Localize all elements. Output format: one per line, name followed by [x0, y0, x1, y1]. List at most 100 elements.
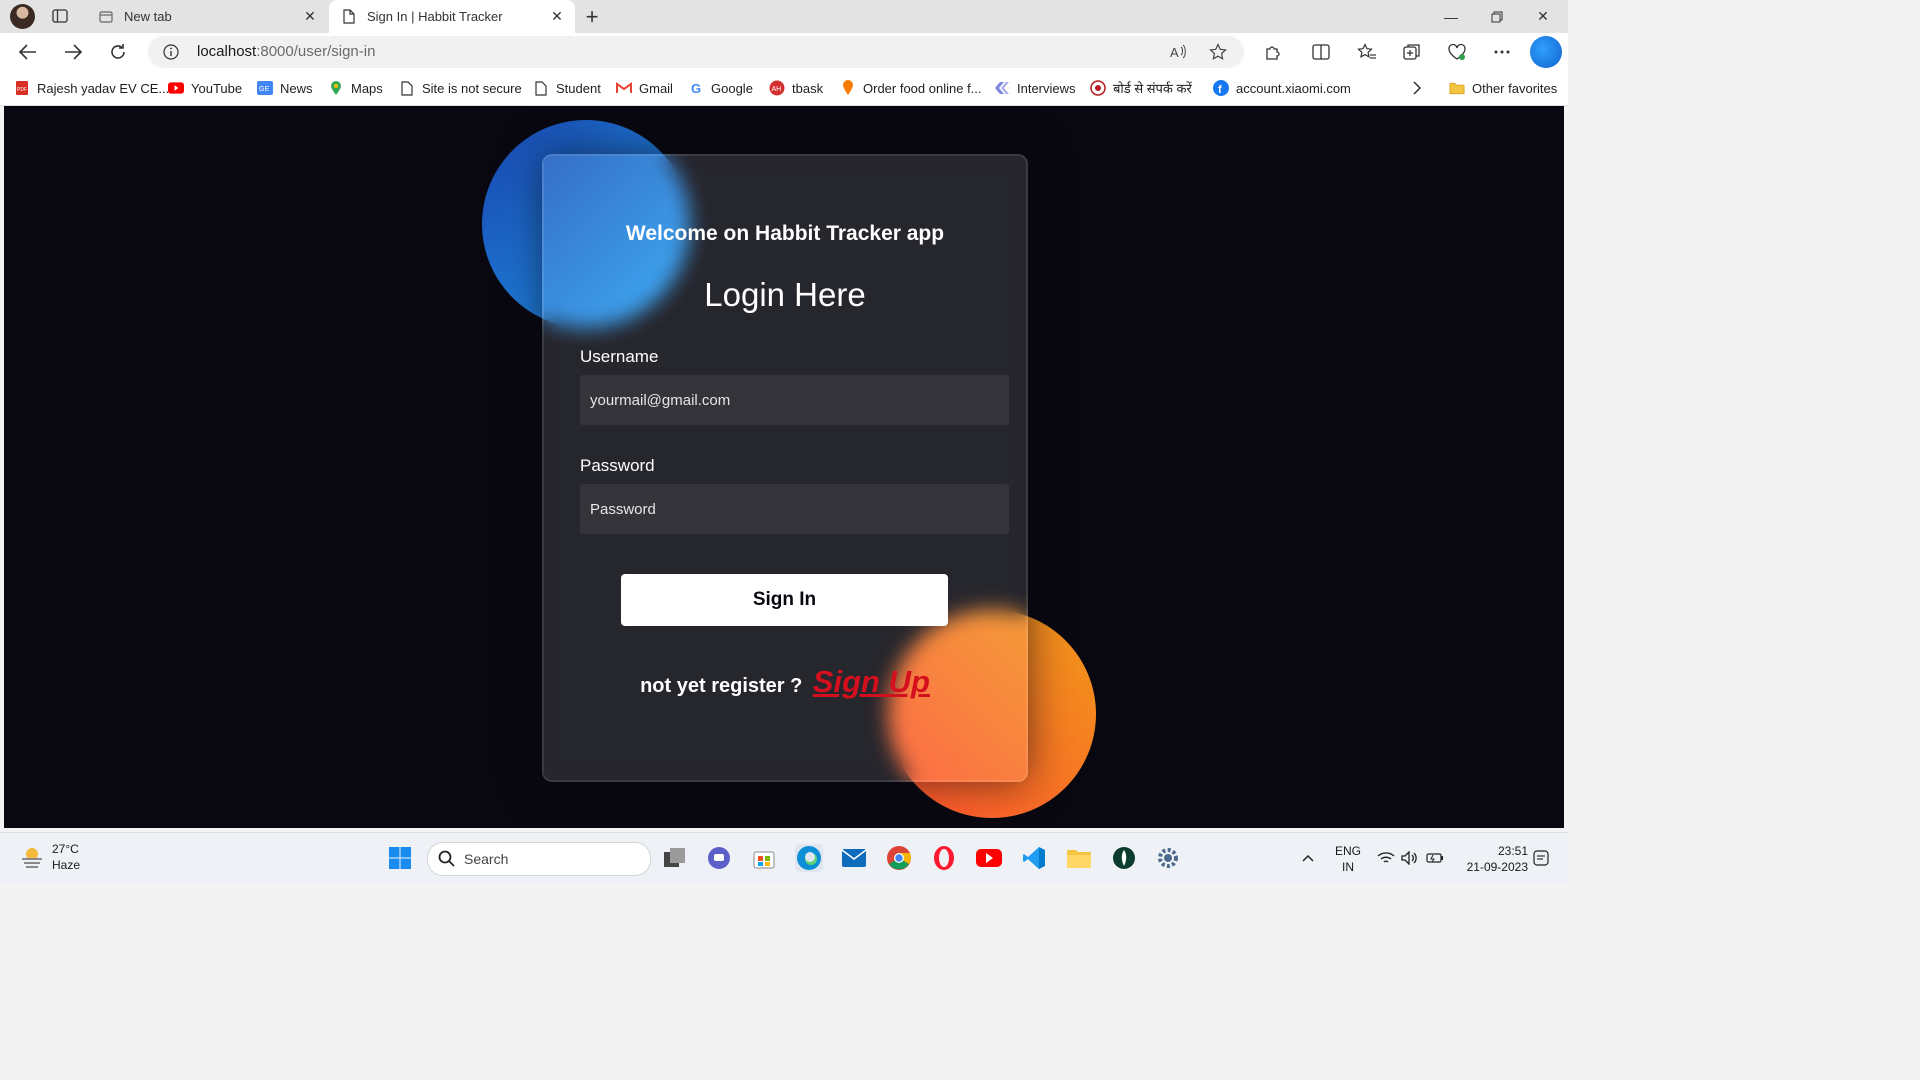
emblem-icon [1090, 80, 1106, 96]
forward-icon[interactable] [59, 39, 87, 65]
windows-start-icon[interactable] [386, 844, 414, 872]
battery-icon[interactable] [1424, 833, 1446, 883]
edge-browser-icon[interactable] [795, 844, 823, 872]
browser-essentials-icon[interactable] [1444, 39, 1470, 65]
back-icon[interactable] [14, 39, 42, 65]
split-screen-icon[interactable] [1308, 39, 1334, 65]
other-favorites-folder[interactable]: Other favorites [1449, 79, 1557, 97]
favorite-label: Maps [351, 80, 383, 96]
favorite-star-icon[interactable] [1208, 42, 1228, 62]
favorite-label: account.xiaomi.com [1236, 80, 1351, 96]
favorite-label: बोर्ड से संपर्क करें [1113, 81, 1192, 96]
youtube-icon [168, 80, 184, 96]
favorite-item[interactable]: PDF Rajesh yadav EV CE... [14, 79, 169, 97]
username-input[interactable] [580, 375, 1009, 425]
register-prompt: not yet register ? [640, 675, 803, 697]
favorite-item[interactable]: f account.xiaomi.com [1213, 79, 1351, 97]
region-code: IN [1342, 860, 1354, 874]
register-row: not yet register ? Sign Up [544, 664, 1026, 700]
close-window-icon[interactable]: ✕ [1520, 0, 1566, 33]
url-text[interactable]: localhost:8000/user/sign-in [197, 43, 375, 60]
chevron-up-icon[interactable] [1298, 833, 1318, 883]
tab-strip: New tab ✕ Sign In | Habbit Tracker ✕ + —… [0, 0, 1568, 33]
favorite-item[interactable]: Maps [328, 79, 383, 97]
mail-icon[interactable] [840, 844, 868, 872]
tab-title: New tab [124, 9, 172, 24]
favorite-item[interactable]: Interviews [994, 79, 1076, 97]
favorite-item[interactable]: Order food online f... [840, 79, 982, 97]
task-view-icon[interactable] [661, 844, 689, 872]
wifi-icon[interactable] [1376, 833, 1396, 883]
url-path: :8000/user/sign-in [256, 43, 376, 60]
close-tab-icon[interactable]: ✕ [300, 7, 320, 27]
favorite-item[interactable]: Gmail [616, 79, 673, 97]
file-explorer-icon[interactable] [1065, 844, 1093, 872]
teams-chat-icon[interactable] [705, 844, 733, 872]
system-clock[interactable]: 23:51 21-09-2023 [1456, 843, 1528, 875]
favorite-label: News [280, 80, 313, 96]
page-icon [341, 9, 357, 25]
volume-icon[interactable] [1400, 833, 1420, 883]
svg-text:AH: AH [772, 86, 782, 93]
favorite-item[interactable]: बोर्ड से संपर्क करें [1090, 79, 1192, 97]
tab-sign-in[interactable]: Sign In | Habbit Tracker ✕ [329, 0, 575, 33]
url-host: localhost [197, 43, 257, 60]
chrome-icon[interactable] [885, 844, 913, 872]
tab-actions-icon[interactable] [50, 7, 70, 25]
page-icon [533, 80, 549, 96]
page-icon [399, 80, 415, 96]
minimize-icon[interactable]: — [1428, 0, 1474, 33]
favorites-bar: PDF Rajesh yadav EV CE... YouTube GE New… [0, 71, 1568, 106]
bing-copilot-icon[interactable] [1530, 36, 1562, 68]
close-tab-icon[interactable]: ✕ [547, 7, 567, 27]
other-favorites-label: Other favorites [1472, 80, 1558, 96]
language-code: ENG [1334, 844, 1361, 858]
clock-time: 23:51 [1497, 844, 1528, 858]
facebook-icon: f [1213, 80, 1229, 96]
google-icon: G [690, 80, 702, 96]
favorites-icon[interactable] [1354, 39, 1380, 65]
collections-icon[interactable] [1399, 39, 1425, 65]
youtube-app-icon[interactable] [975, 844, 1003, 872]
svg-text:PDF: PDF [17, 87, 27, 93]
restore-icon[interactable] [1474, 0, 1520, 33]
password-input[interactable] [580, 484, 1009, 534]
settings-gear-icon[interactable] [1154, 844, 1182, 872]
interviews-icon [994, 80, 1010, 96]
refresh-icon[interactable] [104, 39, 132, 65]
microsoft-store-icon[interactable] [750, 844, 778, 872]
profile-avatar[interactable] [10, 4, 35, 29]
new-tab-button[interactable]: + [580, 4, 604, 29]
vscode-icon[interactable] [1020, 844, 1048, 872]
chevron-right-icon[interactable] [1412, 79, 1422, 97]
language-indicator[interactable]: ENG IN [1334, 843, 1362, 875]
mongodb-compass-icon[interactable] [1110, 844, 1138, 872]
weather-haze-icon[interactable] [20, 845, 44, 869]
sign-up-link[interactable]: Sign Up [813, 664, 930, 699]
taskbar-search[interactable]: Search [427, 842, 651, 876]
favorite-item[interactable]: Site is not secure [399, 79, 522, 97]
svg-text:A: A [1170, 45, 1179, 60]
password-label: Password [580, 456, 655, 475]
notifications-icon[interactable] [1530, 833, 1552, 883]
tab-new-tab[interactable]: New tab ✕ [86, 0, 328, 33]
favorite-item[interactable]: Student [533, 79, 601, 97]
more-menu-icon[interactable] [1489, 39, 1515, 65]
favorite-item[interactable]: G Google [688, 79, 753, 97]
sign-in-button[interactable]: Sign In [621, 574, 948, 626]
weather-temp: 27°C [52, 842, 79, 856]
new-tab-page-icon [98, 9, 114, 25]
extensions-icon[interactable] [1260, 39, 1286, 65]
opera-icon[interactable] [930, 844, 958, 872]
search-placeholder: Search [464, 851, 509, 867]
site-info-icon[interactable] [162, 43, 180, 61]
address-bar[interactable]: localhost:8000/user/sign-in A [148, 36, 1244, 68]
favorite-item[interactable]: AH tbask [769, 79, 823, 97]
read-aloud-icon[interactable]: A [1168, 42, 1188, 62]
svg-text:f: f [1218, 84, 1222, 96]
username-label: Username [580, 347, 659, 366]
favorite-item[interactable]: GE News [257, 79, 313, 97]
favorite-label: YouTube [191, 80, 243, 96]
weather-desc: Haze [52, 858, 81, 872]
favorite-item[interactable]: YouTube [168, 79, 242, 97]
